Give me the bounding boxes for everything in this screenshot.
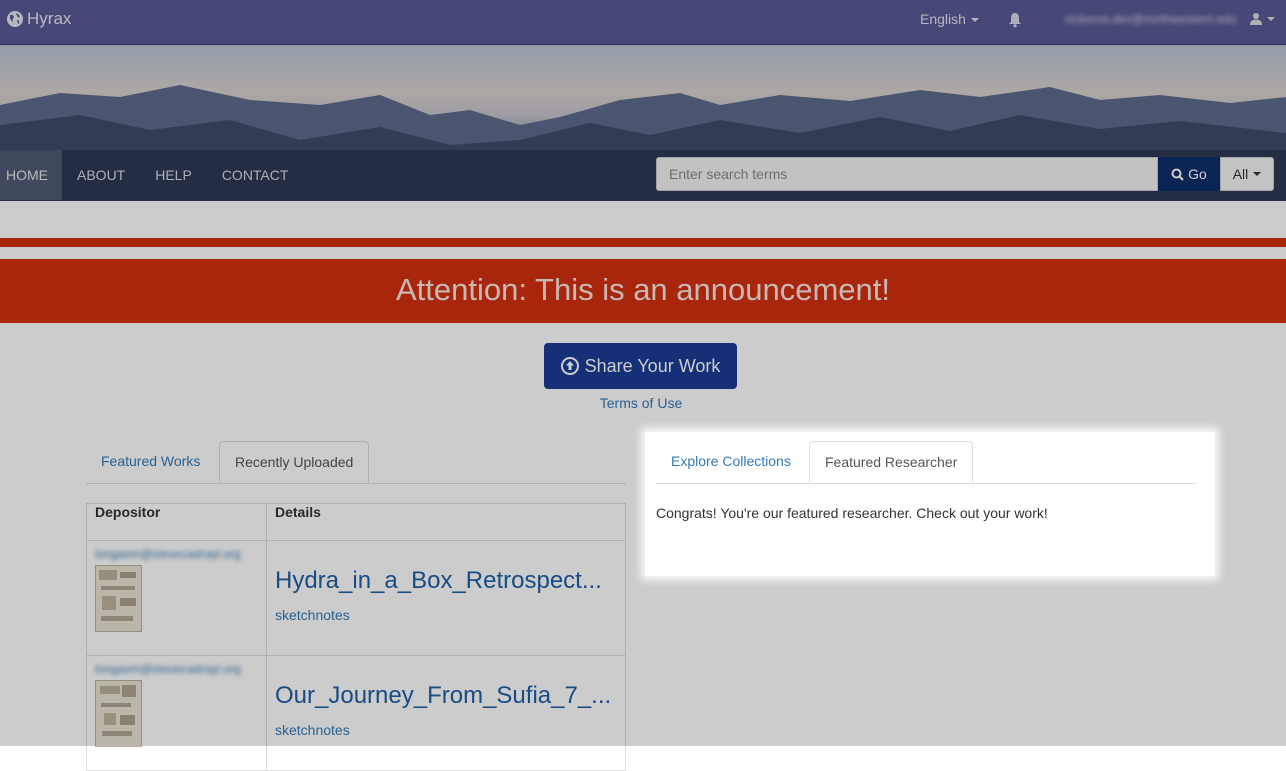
table-header-row: Depositor Details bbox=[86, 503, 626, 541]
chevron-down-icon bbox=[1253, 172, 1262, 176]
keyword-link[interactable]: sketchnotes bbox=[275, 607, 617, 623]
top-navbar: Hyrax English vickeros.dev@northwestern.… bbox=[0, 0, 1286, 45]
column-header-depositor: Depositor bbox=[86, 503, 267, 541]
masthead-banner: HOME ABOUT HELP CONTACT Enter search ter… bbox=[0, 45, 1286, 201]
depositor-email[interactable]: longavm@stevecadrayl.org bbox=[95, 662, 258, 676]
announcement-banner: Attention: This is an announcement! bbox=[0, 259, 1286, 323]
scope-label: All bbox=[1232, 166, 1249, 182]
search-scope-dropdown[interactable]: All bbox=[1220, 157, 1274, 191]
tab-featured-researcher[interactable]: Featured Researcher bbox=[809, 441, 974, 483]
depositor-cell: longavm@stevecadrayl.org bbox=[86, 655, 267, 771]
nav-help[interactable]: HELP bbox=[140, 150, 207, 200]
language-dropdown[interactable]: English bbox=[920, 11, 979, 27]
recent-uploads-table: Depositor Details longavm@stevecadrayl.o… bbox=[86, 503, 626, 771]
works-tabs: Featured Works Recently Uploaded bbox=[86, 441, 626, 484]
nav-contact[interactable]: CONTACT bbox=[207, 150, 304, 200]
user-email[interactable]: vickeros.dev@northwestern.edu bbox=[1065, 12, 1247, 26]
chevron-down-icon bbox=[970, 18, 979, 23]
share-label: Share Your Work bbox=[584, 355, 721, 376]
go-label: Go bbox=[1188, 166, 1207, 182]
homepage-tabs: Explore Collections Featured Researcher bbox=[656, 441, 1196, 484]
terms-of-use-link[interactable]: Terms of Use bbox=[0, 395, 1282, 411]
work-thumbnail[interactable] bbox=[95, 565, 142, 632]
announcement-stripe bbox=[0, 238, 1286, 247]
search-icon bbox=[1171, 168, 1184, 181]
user-icon bbox=[1250, 13, 1262, 25]
tab-explore-collections[interactable]: Explore Collections bbox=[656, 441, 806, 482]
work-title-link[interactable]: Hydra_in_a_Box_Retrospect... bbox=[275, 567, 617, 595]
brand-name: Hyrax bbox=[27, 9, 72, 28]
table-row: longavm@stevecadrayl.org Hydra_in_a_Box_… bbox=[86, 540, 626, 656]
share-your-work-button[interactable]: Share Your Work bbox=[544, 343, 737, 389]
chevron-down-icon bbox=[1267, 16, 1275, 21]
keyword-link[interactable]: sketchnotes bbox=[275, 722, 617, 738]
featured-researcher-panel: Explore Collections Featured Researcher … bbox=[645, 432, 1215, 576]
nav-home[interactable]: HOME bbox=[0, 150, 62, 200]
work-title-link[interactable]: Our_Journey_From_Sufia_7_... bbox=[275, 682, 617, 710]
user-menu[interactable] bbox=[1250, 12, 1275, 25]
upload-circle-icon bbox=[560, 357, 579, 375]
depositor-email[interactable]: longavm@stevecadrayl.org bbox=[95, 547, 258, 561]
details-cell: Our_Journey_From_Sufia_7_... sketchnotes bbox=[266, 655, 626, 771]
featured-researcher-message: Congrats! You're our featured researcher… bbox=[656, 505, 1048, 521]
brand-link[interactable]: Hyrax bbox=[6, 9, 71, 29]
tab-recently-uploaded[interactable]: Recently Uploaded bbox=[219, 441, 370, 483]
depositor-cell: longavm@stevecadrayl.org bbox=[86, 540, 267, 656]
notifications-bell-icon[interactable] bbox=[1008, 12, 1022, 33]
search-input[interactable]: Enter search terms bbox=[656, 157, 1158, 191]
nav-about[interactable]: ABOUT bbox=[62, 150, 140, 200]
tab-featured-works[interactable]: Featured Works bbox=[86, 441, 215, 482]
details-cell: Hydra_in_a_Box_Retrospect... sketchnotes bbox=[266, 540, 626, 656]
main-nav: HOME ABOUT HELP CONTACT bbox=[0, 150, 303, 200]
column-header-details: Details bbox=[266, 503, 626, 541]
language-label: English bbox=[920, 11, 966, 27]
globe-icon bbox=[7, 11, 23, 27]
work-thumbnail[interactable] bbox=[95, 680, 142, 747]
search-go-button[interactable]: Go bbox=[1158, 157, 1220, 191]
table-row: longavm@stevecadrayl.org Our_Journey_Fro… bbox=[86, 655, 626, 771]
dim-overlay bbox=[1215, 432, 1286, 576]
